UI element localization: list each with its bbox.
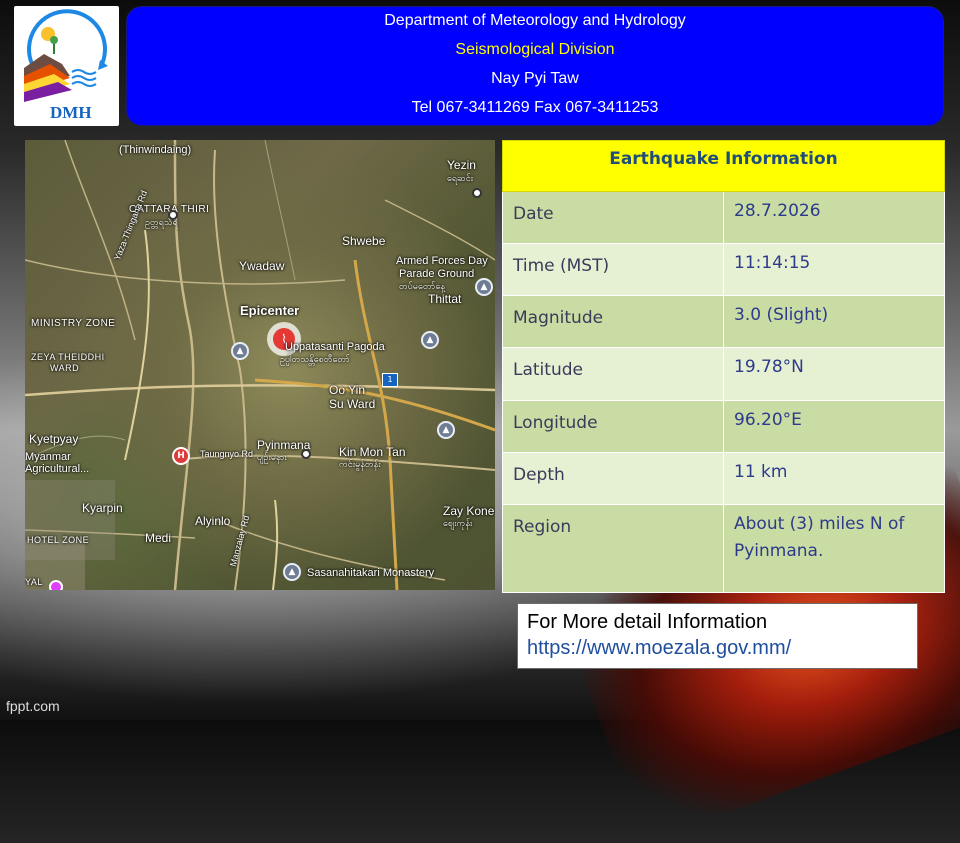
header-banner: Department of Meteorology and Hydrology … <box>126 6 944 126</box>
more-info-box: For More detail Information https://www.… <box>517 603 918 669</box>
map-label-zeya-line1: ZEYA THEIDDHI <box>31 352 105 362</box>
map-label-hotel-zone: HOTEL ZONE <box>27 535 90 545</box>
town-marker-icon <box>168 210 178 220</box>
location-title: Nay Pyi Taw <box>491 70 579 87</box>
pagoda-pin-icon[interactable]: ▲ <box>231 342 249 360</box>
hospital-pin-icon[interactable]: H <box>172 447 190 465</box>
table-row-date: Date 28.7.2026 <box>502 190 945 245</box>
map-label-zaykone: Zay Kone <box>443 504 495 518</box>
table-header-row: Earthquake Information <box>502 140 945 192</box>
landmark-pin-icon[interactable]: ▲ <box>437 421 455 439</box>
moezala-link[interactable]: https://www.moezala.gov.mm/ <box>527 635 908 661</box>
map-label-sasanahitakari: Sasanahitakari Monastery <box>307 567 435 579</box>
map-label-yezin: Yezin <box>447 158 476 172</box>
town-marker-icon <box>472 188 482 198</box>
map-label-ywadaw: Ywadaw <box>239 259 285 273</box>
map-label-yal: YAL <box>25 577 43 587</box>
map-label-zeya-line2: WARD <box>50 363 80 373</box>
row-value: 11 km <box>723 451 945 506</box>
table-row-latitude: Latitude 19.78°N <box>502 347 945 401</box>
table-row-region: Region About (3) miles N of Pyinmana. <box>502 504 945 593</box>
map-label-shwebe: Shwebe <box>342 234 386 248</box>
row-value: 3.0 (Slight) <box>723 295 945 349</box>
map-label-thittat: Thittat <box>428 292 462 306</box>
row-value: About (3) miles N of Pyinmana. <box>723 504 945 593</box>
place-pin-icon[interactable] <box>49 580 63 590</box>
row-value: 19.78°N <box>723 347 945 401</box>
map-label-ooyin-line1: Oo Yin <box>329 383 366 397</box>
map-label-pagoda-local: ဥပ္ပါတသန္တိစေတီတော် <box>280 354 350 364</box>
town-marker-icon <box>301 449 311 459</box>
row-value: 11:14:15 <box>723 243 945 297</box>
row-label: Longitude <box>502 399 724 453</box>
map-label-taungnyo-rd: Taungnyo Rd <box>200 449 254 459</box>
row-label: Region <box>502 504 724 593</box>
epicenter-map: (Thinwindaing) OATTARA THIRI ဥတ္တရသီရိ Y… <box>25 140 495 590</box>
map-label-myanmar-line2: Agricultural... <box>25 463 90 475</box>
logo-text: DMH <box>50 103 92 122</box>
epicenter-label: Epicenter <box>240 303 300 318</box>
row-value: 28.7.2026 <box>723 190 945 245</box>
landmark-pin-icon[interactable]: ▲ <box>475 278 493 296</box>
contact-line: Tel 067-3411269 Fax 067-3411253 <box>411 99 659 116</box>
map-label-pagoda: Uppatasanti Pagoda <box>285 341 385 353</box>
row-label: Magnitude <box>502 295 724 349</box>
fppt-watermark: fppt.com <box>6 698 60 714</box>
row-value: 96.20°E <box>723 399 945 453</box>
row-label: Time (MST) <box>502 243 724 297</box>
row-label: Latitude <box>502 347 724 401</box>
monastery-pin-icon[interactable]: ▲ <box>283 563 301 581</box>
map-label-pyinmana-local: ပျဉ်းမနား <box>257 452 287 462</box>
department-title: Department of Meteorology and Hydrology <box>384 12 686 29</box>
route-shield-icon: 1 <box>382 373 398 387</box>
landmark-pin-icon[interactable]: ▲ <box>421 331 439 349</box>
row-label: Depth <box>502 451 724 506</box>
map-label-zaykone-local: ဈေးကုန်း <box>443 518 473 528</box>
map-label-myanmar-line1: Myanmar <box>25 451 71 463</box>
map-label-thinwindaing: (Thinwindaing) <box>119 144 192 156</box>
map-label-kyarpin: Kyarpin <box>82 501 123 515</box>
map-label-kyetpyay: Kyetpyay <box>29 432 79 446</box>
table-row-longitude: Longitude 96.20°E <box>502 399 945 453</box>
map-label-kinmontan: Kin Mon Tan <box>339 445 406 459</box>
map-label-parade-line2: Parade Ground <box>399 268 475 280</box>
table-row-depth: Depth 11 km <box>502 451 945 506</box>
map-label-medi: Medi <box>145 531 172 545</box>
map-label-alyinlo: Alyinlo <box>195 514 231 528</box>
map-label-ooyin-line2: Su Ward <box>329 397 376 411</box>
more-info-label: For More detail Information <box>527 611 768 633</box>
table-title: Earthquake Information <box>502 140 945 192</box>
dmh-logo: DMH <box>14 6 119 126</box>
table-row-time: Time (MST) 11:14:15 <box>502 243 945 297</box>
map-label-kinmontan-local: ကင်းမွန်တန်း <box>339 459 381 469</box>
table-row-magnitude: Magnitude 3.0 (Slight) <box>502 295 945 349</box>
earthquake-info-table: Earthquake Information Date 28.7.2026 Ti… <box>502 140 945 593</box>
division-title: Seismological Division <box>455 41 615 58</box>
map-label-ministry-zone: MINISTRY ZONE <box>31 318 116 329</box>
map-roads <box>25 140 495 590</box>
map-label-parade-line1: Armed Forces Day <box>396 255 488 267</box>
map-label-yezin-local: ရေဆင်း <box>447 173 474 183</box>
row-label: Date <box>502 190 724 245</box>
